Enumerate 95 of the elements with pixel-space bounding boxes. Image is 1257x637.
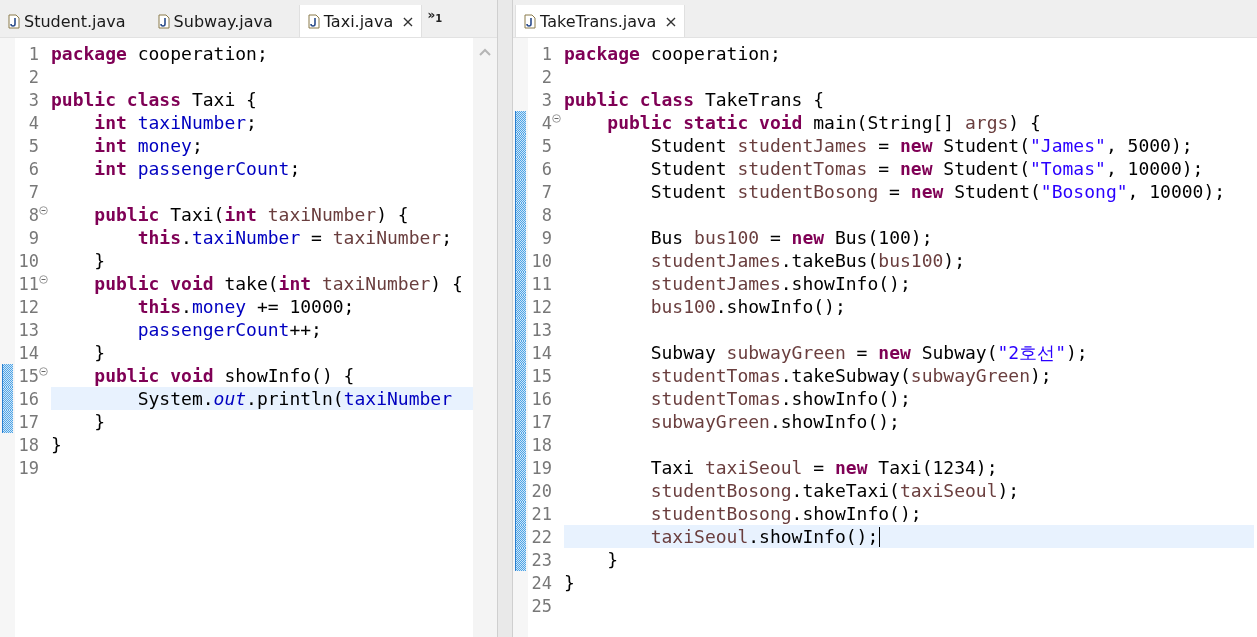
line-number: 22 — [530, 526, 552, 547]
code-line: Student studentTomas = new Student("Tomas", 10000); — [649, 158, 1204, 179]
line-number: 10 — [17, 250, 39, 271]
code-line: } — [564, 572, 575, 593]
line-number: 25 — [530, 595, 552, 616]
line-number: 14 — [17, 342, 39, 363]
code-line: package cooperation; — [51, 43, 268, 64]
code-line: Student studentJames = new Student("James", 5000); — [649, 135, 1193, 156]
line-number: 10 — [530, 250, 552, 271]
collapse-icon[interactable] — [39, 206, 48, 215]
line-number: 15 — [17, 365, 39, 386]
line-number: 24 — [530, 572, 552, 593]
line-number: 5 — [540, 135, 552, 156]
line-number: 4 — [27, 112, 39, 133]
code-line: studentBosong.showInfo(); — [649, 503, 922, 524]
java-file-icon — [524, 13, 536, 29]
line-number: 3 — [27, 89, 39, 110]
line-number: 1 — [540, 43, 552, 64]
line-number: 4 — [540, 112, 552, 133]
line-number: 14 — [530, 342, 552, 363]
line-number: 20 — [530, 480, 552, 501]
code-line: Bus bus100 = new Bus(100); — [649, 227, 933, 248]
collapse-icon[interactable] — [39, 367, 48, 376]
code-line: taxiSeoul.showInfo(); — [649, 526, 879, 547]
code-line: studentJames.showInfo(); — [649, 273, 911, 294]
code-line: } — [51, 434, 62, 455]
line-number: 7 — [540, 181, 552, 202]
more-tabs-button[interactable]: »$_{1}$ — [427, 8, 443, 25]
line-number: 7 — [27, 181, 39, 202]
line-number: 17 — [17, 411, 39, 432]
code-line: subwayGreen.showInfo(); — [649, 411, 900, 432]
line-number: 8 — [27, 204, 39, 225]
line-number: 2 — [27, 66, 39, 87]
close-button[interactable]: × — [664, 11, 678, 31]
code-line: passengerCount++; — [136, 319, 322, 340]
code-line: } — [606, 549, 619, 570]
line-number: 16 — [17, 388, 39, 409]
code-line: public static void main(String[] args) { — [606, 112, 1041, 133]
java-file-icon — [157, 13, 170, 29]
line-number: 11 — [530, 273, 552, 294]
close-button[interactable]: × — [401, 11, 415, 31]
editor-tab[interactable]: TakeTrans.java × — [515, 5, 685, 37]
line-number: 19 — [17, 457, 39, 478]
code-line: studentTomas.takeSubway(subwayGreen); — [649, 365, 1052, 386]
line-number: 19 — [530, 457, 552, 478]
collapse-icon[interactable] — [39, 275, 48, 284]
line-number: 9 — [540, 227, 552, 248]
line-number: 16 — [530, 388, 552, 409]
code-line: public class TakeTrans { — [564, 89, 825, 110]
line-number: 1 — [27, 43, 39, 64]
code-line: public void take(int taxiNumber) { — [93, 273, 463, 294]
code-line: public class Taxi { — [51, 89, 257, 110]
code-line: this.money += 10000; — [136, 296, 355, 317]
code-line: Student studentBosong = new Student("Bosong", 10000); — [649, 181, 1226, 202]
line-number: 18 — [17, 434, 39, 455]
code-line: studentTomas.showInfo(); — [649, 388, 911, 409]
code-line: } — [93, 411, 106, 432]
code-line: int money; — [93, 135, 203, 156]
line-number: 3 — [540, 89, 552, 110]
java-file-icon — [307, 13, 320, 29]
editor-tab[interactable]: Student.java — [0, 5, 150, 37]
line-number: 18 — [530, 434, 552, 455]
code-line: Taxi taxiSeoul = new Taxi(1234); — [649, 457, 998, 478]
line-number: 21 — [530, 503, 552, 524]
code-line: } — [93, 342, 106, 363]
line-number: 11 — [17, 273, 39, 294]
line-number: 6 — [540, 158, 552, 179]
line-number: 15 — [530, 365, 552, 386]
editor-tab[interactable]: Taxi.java × — [298, 5, 422, 37]
code-line: } — [93, 250, 106, 271]
code-line: package cooperation; — [564, 43, 781, 64]
line-number: 9 — [27, 227, 39, 248]
editor-tab[interactable]: Subway.java — [149, 5, 297, 37]
code-line: bus100.showInfo(); — [649, 296, 846, 317]
code-line: int passengerCount; — [93, 158, 301, 179]
line-number: 2 — [540, 66, 552, 87]
code-line: studentJames.takeBus(bus100); — [649, 250, 965, 271]
line-number: 12 — [530, 296, 552, 317]
code-line: studentBosong.takeTaxi(taxiSeoul); — [649, 480, 1020, 501]
code-line: public Taxi(int taxiNumber) { — [93, 204, 409, 225]
code-line: public void showInfo() { — [93, 365, 355, 386]
code-line: System.out.println(taxiNumber — [136, 388, 452, 409]
line-number: 13 — [530, 319, 552, 340]
code-line: int taxiNumber; — [93, 112, 257, 133]
line-number: 23 — [530, 549, 552, 570]
java-file-icon — [8, 13, 20, 29]
line-number: 17 — [530, 411, 552, 432]
code-line: Subway subwayGreen = new Subway("2호선"); — [649, 341, 1088, 364]
line-number: 8 — [540, 204, 552, 225]
line-number: 12 — [17, 296, 39, 317]
code-line: this.taxiNumber = taxiNumber; — [136, 227, 452, 248]
line-number: 13 — [17, 319, 39, 340]
line-number: 6 — [27, 158, 39, 179]
collapse-icon[interactable] — [552, 114, 561, 123]
line-number: 5 — [27, 135, 39, 156]
